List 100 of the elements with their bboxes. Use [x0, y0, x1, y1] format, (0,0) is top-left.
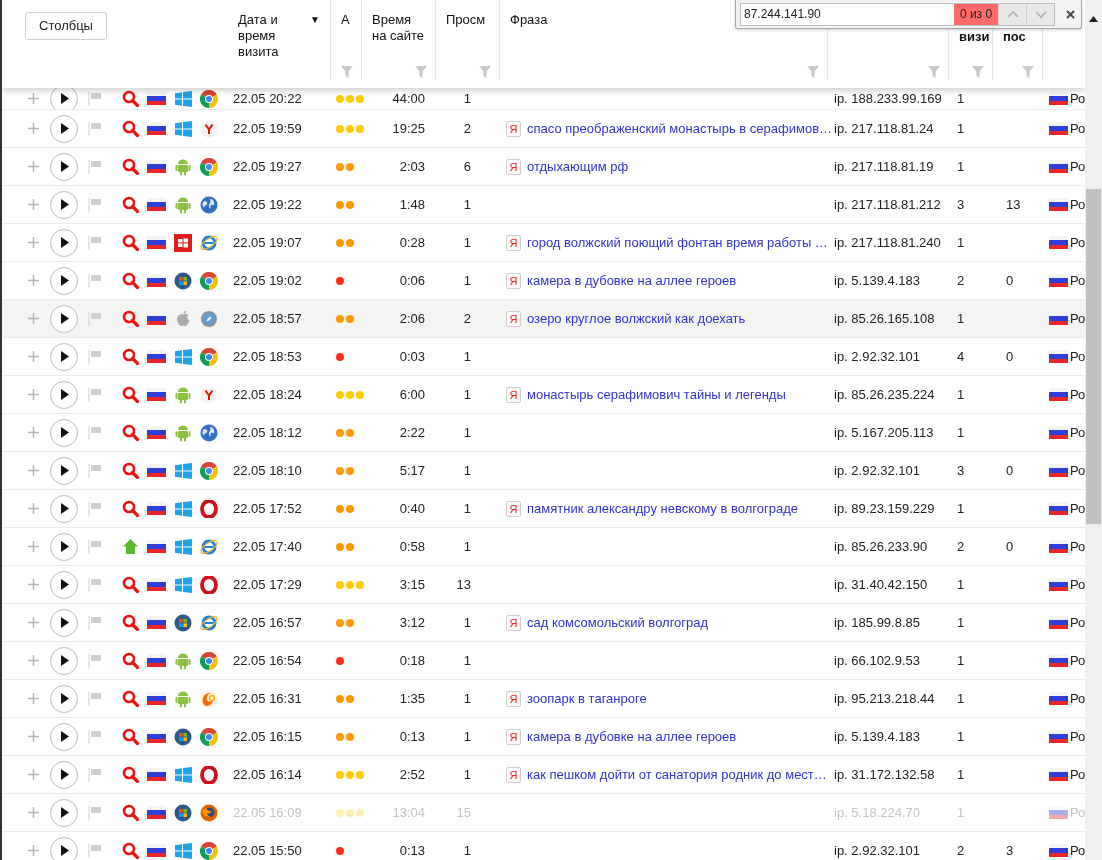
flag-icon[interactable] — [88, 91, 102, 106]
play-button[interactable] — [50, 114, 78, 143]
plus-icon[interactable] — [27, 351, 39, 362]
play-button[interactable] — [50, 88, 78, 109]
play-button[interactable] — [50, 722, 78, 751]
flag-icon[interactable] — [88, 197, 102, 212]
plus-icon[interactable] — [27, 123, 39, 134]
column-header[interactable]: пос — [1003, 29, 1026, 45]
flag-icon[interactable] — [88, 691, 102, 706]
plus-icon[interactable] — [27, 199, 39, 210]
filter-icon[interactable] — [1022, 66, 1034, 78]
filter-icon[interactable] — [479, 66, 491, 78]
search-phrase-link[interactable]: монастырь серафимович тайны и легенды — [527, 384, 786, 405]
play-button[interactable] — [50, 418, 78, 447]
flag-icon[interactable] — [88, 805, 102, 820]
play-button[interactable] — [50, 836, 78, 860]
find-field[interactable]: 87.244.141.90 0 из 0 — [740, 2, 1056, 26]
play-button[interactable] — [50, 532, 78, 561]
play-button[interactable] — [50, 266, 78, 295]
plus-icon[interactable] — [27, 693, 39, 704]
search-phrase-link[interactable]: памятник александру невскому в волгограде — [527, 498, 798, 519]
visit-row[interactable]: 22.05 20:22 44:00 1 ip. 188.233.99.169 1 Ро — [2, 88, 1085, 110]
play-button[interactable] — [50, 608, 78, 637]
filter-icon[interactable] — [928, 66, 940, 78]
flag-icon[interactable] — [88, 387, 102, 402]
search-phrase-link[interactable]: зоопарк в таганроге — [527, 688, 647, 709]
play-button[interactable] — [50, 760, 78, 789]
flag-icon[interactable] — [88, 501, 102, 516]
plus-icon[interactable] — [27, 807, 39, 818]
plus-icon[interactable] — [27, 617, 39, 628]
plus-icon[interactable] — [27, 655, 39, 666]
flag-icon[interactable] — [88, 235, 102, 250]
flag-icon[interactable] — [88, 349, 102, 364]
plus-icon[interactable] — [27, 389, 39, 400]
flag-icon[interactable] — [88, 729, 102, 744]
search-phrase-link[interactable]: город волжский поющий фонтан время работы … — [527, 232, 828, 253]
plus-icon[interactable] — [27, 93, 39, 104]
play-button[interactable] — [50, 190, 78, 219]
play-button[interactable] — [50, 152, 78, 181]
previous-match-button[interactable] — [998, 3, 1027, 25]
filter-icon[interactable] — [341, 66, 353, 78]
plus-icon[interactable] — [27, 427, 39, 438]
filter-icon[interactable] — [807, 66, 819, 78]
flag-icon[interactable] — [88, 767, 102, 782]
play-button[interactable] — [50, 684, 78, 713]
flag-icon[interactable] — [88, 159, 102, 174]
flag-icon[interactable] — [88, 121, 102, 136]
column-header[interactable]: визи — [959, 29, 990, 45]
plus-icon[interactable] — [27, 769, 39, 780]
search-phrase-link[interactable]: как пешком дойти от санатория родник до мест… — [527, 764, 827, 785]
play-button[interactable] — [50, 342, 78, 371]
flag-icon[interactable] — [88, 577, 102, 592]
plus-icon[interactable] — [27, 541, 39, 552]
column-header[interactable]: Время на сайте — [372, 12, 429, 44]
flag-icon[interactable] — [88, 843, 102, 858]
plus-icon[interactable] — [27, 731, 39, 742]
sort-indicator[interactable]: ▼ — [310, 12, 324, 27]
flag-icon[interactable] — [88, 273, 102, 288]
search-phrase-link[interactable]: камера в дубовке на аллее героев — [527, 726, 737, 747]
column-header[interactable]: Фраза — [510, 12, 548, 28]
plus-icon[interactable] — [27, 579, 39, 590]
play-button[interactable] — [50, 646, 78, 675]
search-phrase-link[interactable]: спасо преображенский монастырь в серафимов… — [527, 118, 833, 139]
plus-icon[interactable] — [27, 503, 39, 514]
play-button[interactable] — [50, 380, 78, 409]
play-button[interactable] — [50, 798, 78, 827]
scrollbar-thumb[interactable] — [1086, 189, 1101, 524]
column-header[interactable]: А — [341, 12, 350, 28]
plus-icon[interactable] — [27, 845, 39, 856]
plus-icon[interactable] — [27, 237, 39, 248]
flag-icon[interactable] — [88, 463, 102, 478]
play-button[interactable] — [50, 304, 78, 333]
column-header[interactable]: Дата и время визита — [238, 12, 311, 60]
russia-flag-icon — [147, 806, 166, 819]
flag-icon[interactable] — [88, 425, 102, 440]
search-phrase-link[interactable]: отдыхающим рф — [527, 156, 629, 177]
flag-icon[interactable] — [88, 539, 102, 554]
close-button[interactable] — [1063, 7, 1077, 21]
search-phrase-link[interactable]: сад комсомольский волгоград — [527, 612, 709, 633]
search-phrase-link[interactable]: озеро круглое волжский как доехать — [527, 308, 746, 329]
search-phrase-link[interactable]: камера в дубовке на аллее героев — [527, 270, 737, 291]
columns-button[interactable]: Столбцы — [25, 12, 107, 40]
scroll-up-icon[interactable] — [1089, 16, 1098, 22]
plus-icon[interactable] — [27, 313, 39, 324]
next-match-button[interactable] — [1026, 3, 1055, 25]
play-button[interactable] — [50, 456, 78, 485]
plus-icon[interactable] — [27, 161, 39, 172]
filter-icon[interactable] — [415, 66, 427, 78]
play-button[interactable] — [50, 228, 78, 257]
plus-icon[interactable] — [27, 465, 39, 476]
flag-icon[interactable] — [88, 653, 102, 668]
play-button[interactable] — [50, 494, 78, 523]
scrollbar[interactable] — [1085, 0, 1102, 860]
column-header[interactable]: Просм — [446, 12, 486, 28]
filter-icon[interactable] — [972, 66, 984, 78]
flag-icon[interactable] — [88, 311, 102, 326]
plus-icon[interactable] — [27, 275, 39, 286]
play-button[interactable] — [50, 570, 78, 599]
flag-icon[interactable] — [88, 615, 102, 630]
visit-row[interactable]: 22.05 18:57 2:06 2 Я озеро круглое волжский как доехать ip. 85.26.165.108 1 Ро — [2, 300, 1085, 338]
